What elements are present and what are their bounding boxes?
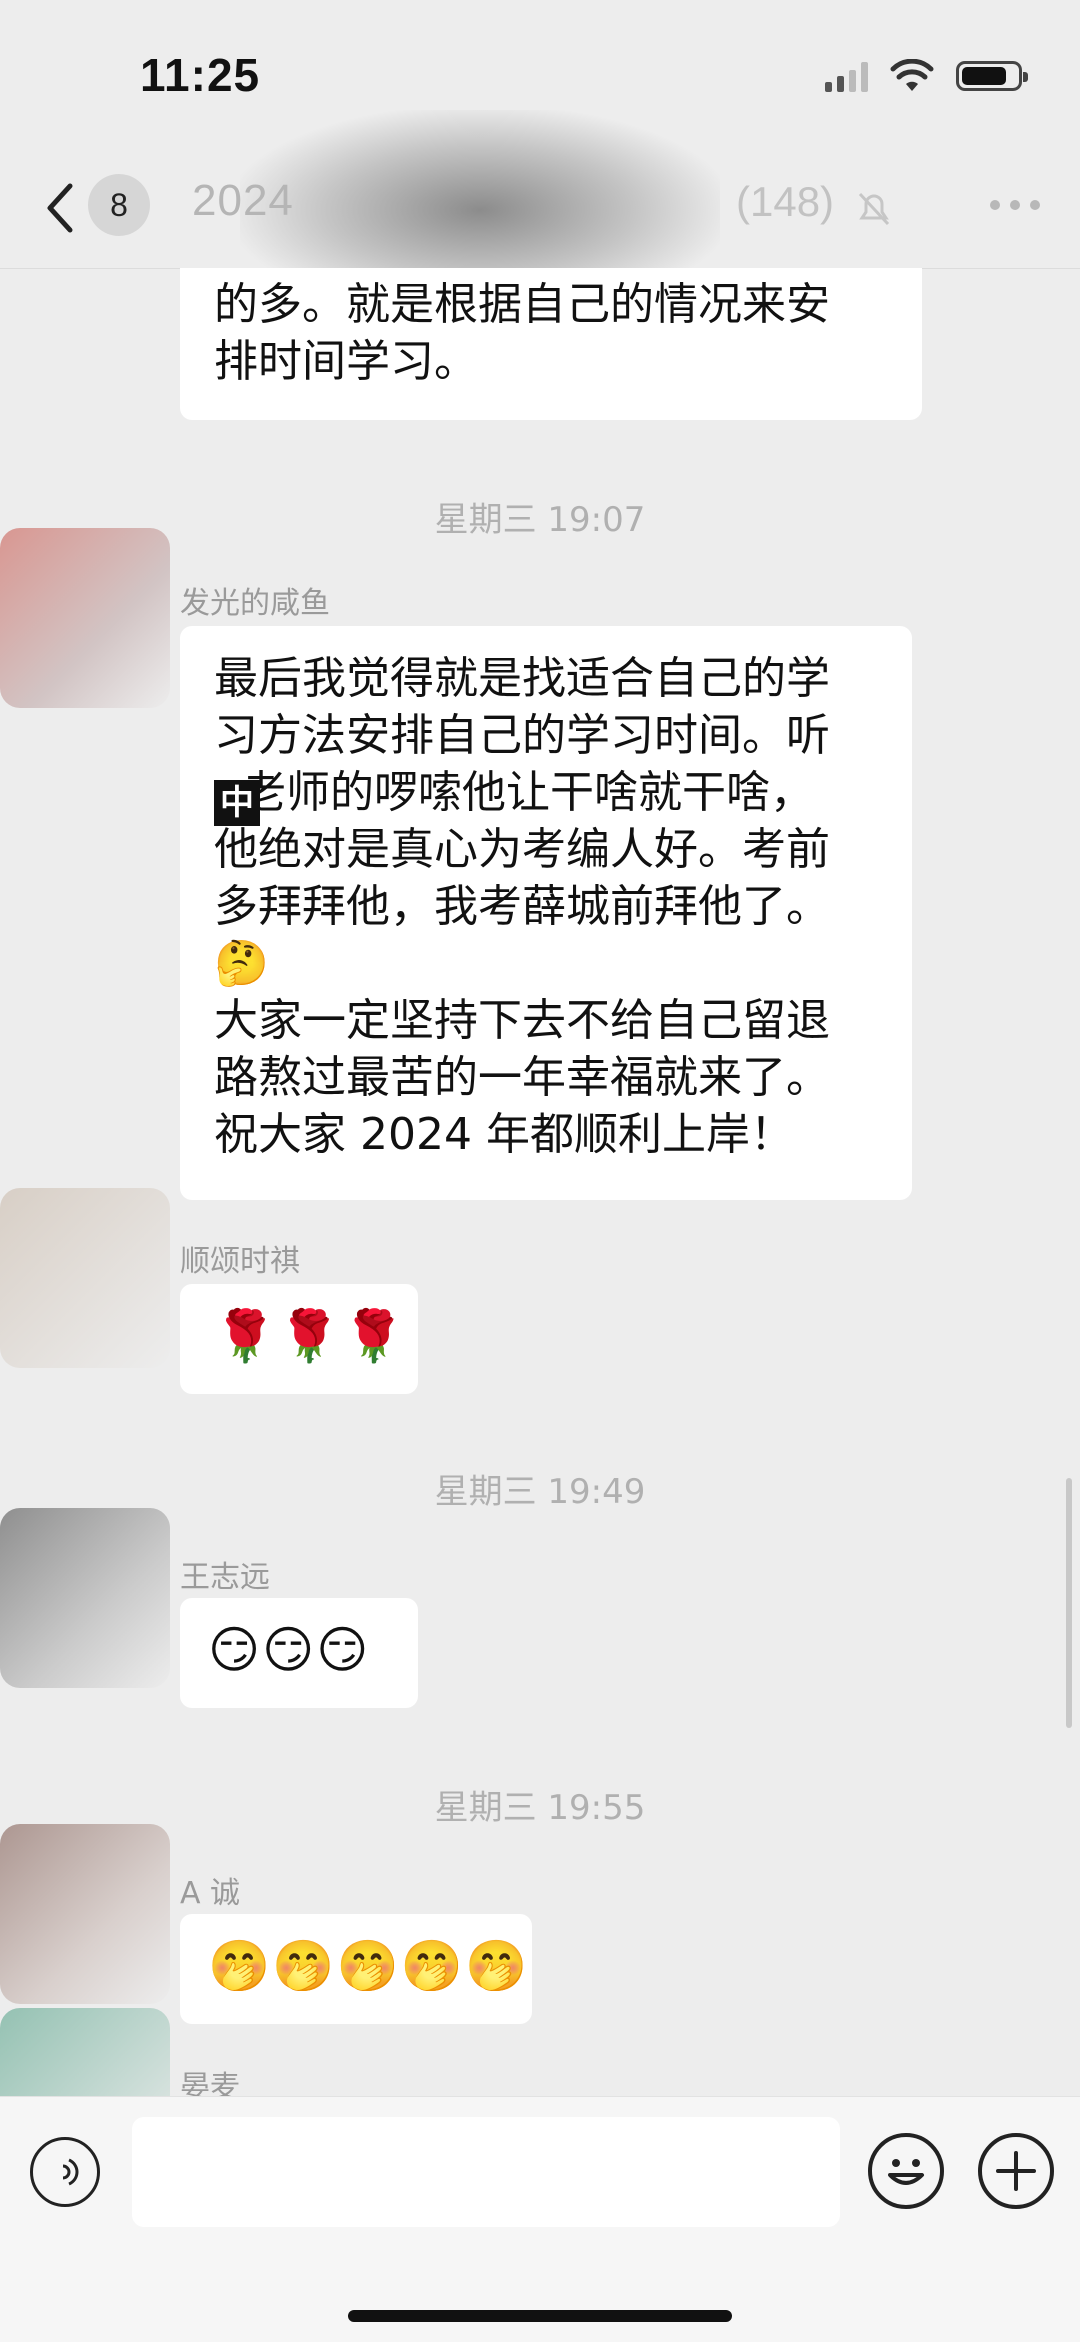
status-icons <box>825 56 1028 96</box>
input-bar <box>0 2096 1080 2342</box>
plus-icon[interactable] <box>978 2133 1054 2209</box>
timestamp: 星期三 19:55 <box>434 1788 646 1828</box>
inline-app-icon: 中 <box>214 780 260 826</box>
home-indicator <box>348 2310 732 2322</box>
unread-badge[interactable]: 8 <box>88 174 150 236</box>
message-text: 最后我觉得就是找适合自己的学 习方法安排自己的学习时间。听 老师的啰嗦他让干啥就… <box>214 653 830 1160</box>
member-count: (148) <box>736 178 835 225</box>
status-time: 11:25 <box>140 49 261 101</box>
message-input[interactable] <box>132 2117 840 2227</box>
sender-name: 发光的咸鱼 <box>180 586 330 621</box>
mute-bell-icon <box>858 192 890 226</box>
sender-name: 晏麦 <box>180 2070 240 2096</box>
message-list[interactable]: 的多。就是根据自己的情况来安 排时间学习。 星期三 19:07 发光的咸鱼 最后… <box>0 268 1080 2096</box>
avatar[interactable] <box>0 528 170 708</box>
battery-icon <box>956 61 1028 91</box>
wifi-icon <box>890 59 934 91</box>
more-icon[interactable] <box>990 200 1040 210</box>
timestamp: 星期三 19:49 <box>434 1472 646 1512</box>
sender-name: A 诚 <box>180 1876 241 1911</box>
avatar[interactable] <box>0 2008 170 2096</box>
emoji-icon[interactable] <box>868 2133 944 2209</box>
sender-name: 顺颂时祺 <box>180 1244 300 1279</box>
voice-icon[interactable] <box>30 2137 100 2207</box>
emoji-message: 🤭🤭🤭🤭🤭 <box>208 1937 530 1995</box>
emoji-message: 😏😏😏 <box>208 1621 371 1679</box>
chat-header: 8 2024 (148) <box>0 110 1080 310</box>
back-icon[interactable] <box>36 178 86 238</box>
scrollbar[interactable] <box>1066 1478 1072 1728</box>
avatar[interactable] <box>0 1824 170 2004</box>
avatar[interactable] <box>0 1508 170 1688</box>
sender-name: 王志远 <box>180 1560 270 1595</box>
avatar[interactable] <box>0 1188 170 1368</box>
message-text: 的多。就是根据自己的情况来安 排时间学习。 <box>214 279 830 387</box>
signal-icon <box>825 60 868 92</box>
chat-title: 2024 <box>192 176 294 225</box>
emoji-message: 🌹🌹🌹 <box>214 1307 407 1365</box>
